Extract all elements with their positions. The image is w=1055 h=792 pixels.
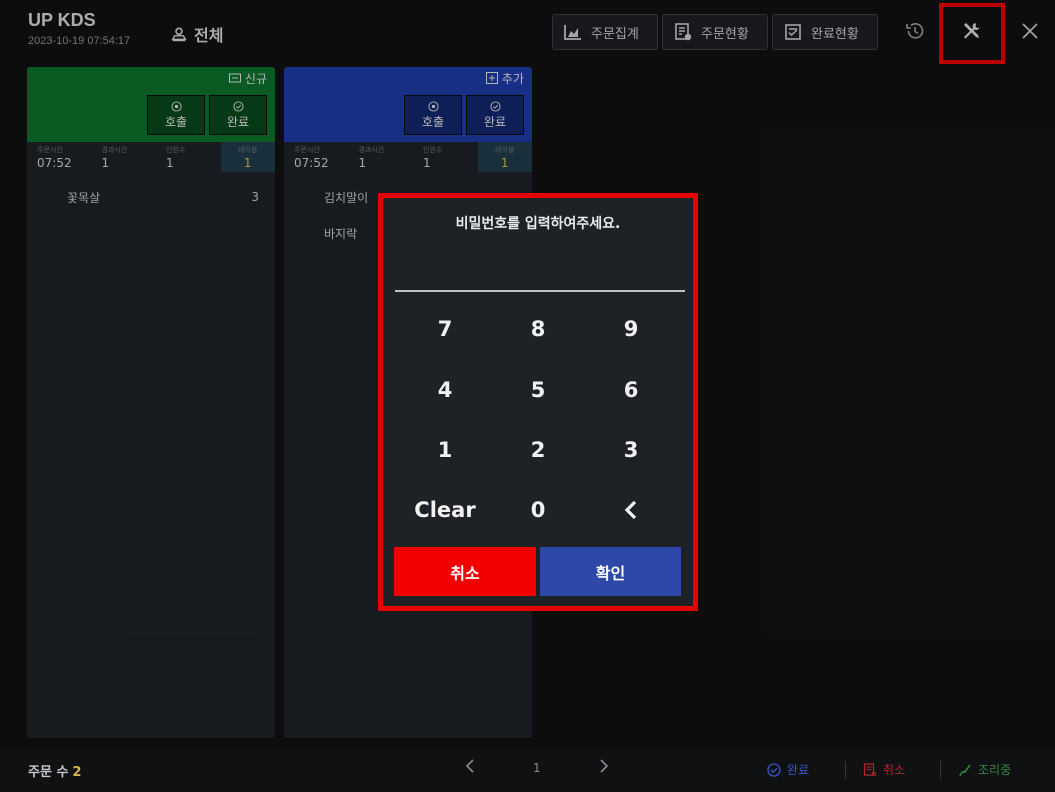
footer-divider <box>940 761 941 779</box>
order-item: 꽃목살 3 <box>27 186 275 208</box>
document-icon <box>675 23 692 41</box>
history-icon <box>906 23 924 39</box>
page-number: 1 <box>533 761 541 775</box>
clear-key[interactable]: Clear <box>400 488 490 532</box>
key-0[interactable]: 0 <box>493 488 583 532</box>
key-8[interactable]: 8 <box>493 307 583 351</box>
chevron-left-icon <box>465 759 474 773</box>
done-label: 완료 <box>483 114 507 129</box>
backspace-key[interactable] <box>586 488 676 532</box>
item-name: 꽃목살 <box>67 190 101 205</box>
bell-icon <box>427 100 439 112</box>
call-button[interactable]: 호출 <box>404 95 462 135</box>
header-bar: UP KDS 2023-10-19 07:54:17 전체 주문집계 주문현황 … <box>0 0 1055 64</box>
key-9[interactable]: 9 <box>586 307 676 351</box>
next-page-button[interactable] <box>598 758 610 778</box>
done-label: 완료 <box>226 114 250 129</box>
order-meta: 주문시간 07:52 경과시간 1 인원수 1 테이블 1 <box>27 142 275 172</box>
item-qty: 3 <box>251 190 259 204</box>
dialog-title: 비밀번호를 입력하여주세요. <box>455 216 621 232</box>
key-3[interactable]: 3 <box>586 428 676 472</box>
done-button[interactable]: 완료 <box>466 95 524 135</box>
cancel-button[interactable]: 취소 <box>394 547 536 596</box>
order-status-label: 주문현황 <box>701 26 749 42</box>
password-input[interactable] <box>395 258 685 292</box>
order-count: 주문 수2 <box>28 761 81 780</box>
tools-highlight-box <box>939 3 1005 64</box>
filter-cancel-button[interactable]: 취소 <box>863 761 905 778</box>
close-button[interactable] <box>1017 18 1043 44</box>
elapsed-time: 경과시간 1 <box>101 146 128 170</box>
store-icon <box>171 27 187 42</box>
chart-icon <box>564 25 581 40</box>
cooking-icon <box>959 764 971 776</box>
key-2[interactable]: 2 <box>493 428 583 472</box>
add-badge-icon <box>485 72 498 84</box>
current-datetime: 2023-10-19 07:54:17 <box>28 35 131 47</box>
table-number: 테이블 1 <box>220 142 275 172</box>
check-circle-icon <box>489 100 501 112</box>
app-title: UP KDS <box>28 10 96 30</box>
key-7[interactable]: 7 <box>400 307 490 351</box>
store-selector[interactable]: 전체 <box>170 22 223 46</box>
complete-status-button[interactable]: 완료현황 <box>772 14 878 50</box>
order-card-header: 추가 <box>284 67 532 89</box>
confirm-button[interactable]: 확인 <box>540 547 681 596</box>
call-label: 호출 <box>421 114 445 129</box>
people-count: 인원수 1 <box>423 146 443 170</box>
order-count-value: 2 <box>72 765 82 780</box>
elapsed-time: 경과시간 1 <box>358 146 385 170</box>
item-name: 김치말이 <box>324 190 369 205</box>
key-4[interactable]: 4 <box>400 368 490 412</box>
table-number: 테이블 1 <box>477 142 532 172</box>
order-badge: 추가 <box>501 71 524 86</box>
order-card[interactable]: 신규 호출 완료 주문시간 07:52 경과시간 1 인원수 1 테이블 1 꽃목살 3 <box>27 67 275 738</box>
done-button[interactable]: 완료 <box>209 95 267 135</box>
order-card-band: 호출 완료 <box>284 89 532 142</box>
filter-cooking-button[interactable]: 조리중 <box>958 761 1011 778</box>
close-icon <box>1022 23 1038 39</box>
order-badge: 신규 <box>244 71 267 86</box>
order-card-band: 호출 완료 <box>27 89 275 142</box>
checklist-icon <box>785 24 801 40</box>
key-1[interactable]: 1 <box>400 428 490 472</box>
key-6[interactable]: 6 <box>586 368 676 412</box>
filter-cancel-label: 취소 <box>883 763 906 777</box>
order-count-label: 주문 수 <box>28 765 69 780</box>
order-meta: 주문시간 07:52 경과시간 1 인원수 1 테이블 1 <box>284 142 532 172</box>
item-name: 바지락 <box>324 226 358 241</box>
footer-bar: 주문 수2 1 완료 취소 조리중 <box>0 748 1055 792</box>
new-badge-icon <box>228 73 241 83</box>
order-time: 주문시간 07:52 <box>37 146 72 170</box>
order-status-button[interactable]: 주문현황 <box>662 14 768 50</box>
filter-complete-button[interactable]: 완료 <box>767 761 809 778</box>
order-time: 주문시간 07:52 <box>294 146 329 170</box>
people-count: 인원수 1 <box>166 146 186 170</box>
store-name: 전체 <box>194 26 224 45</box>
bell-icon <box>170 100 182 112</box>
footer-divider <box>845 761 846 779</box>
call-button[interactable]: 호출 <box>147 95 205 135</box>
complete-status-label: 완료현황 <box>811 26 859 42</box>
order-card-header: 신규 <box>27 67 275 89</box>
chevron-right-icon <box>600 759 609 773</box>
filter-complete-label: 완료 <box>787 763 810 777</box>
history-button[interactable] <box>902 18 928 44</box>
prev-page-button[interactable] <box>464 758 476 778</box>
filter-cooking-label: 조리중 <box>978 763 1012 777</box>
password-dialog: 비밀번호를 입력하여주세요. 7 8 9 4 5 6 1 2 3 Clear 0… <box>378 193 698 611</box>
order-summary-button[interactable]: 주문집계 <box>552 14 658 50</box>
check-circle-icon <box>232 100 244 112</box>
chevron-left-icon <box>624 500 637 520</box>
call-label: 호출 <box>164 114 188 129</box>
check-circle-icon <box>767 762 781 777</box>
order-summary-label: 주문집계 <box>591 26 639 42</box>
key-5[interactable]: 5 <box>493 368 583 412</box>
document-cancel-icon <box>863 762 877 776</box>
